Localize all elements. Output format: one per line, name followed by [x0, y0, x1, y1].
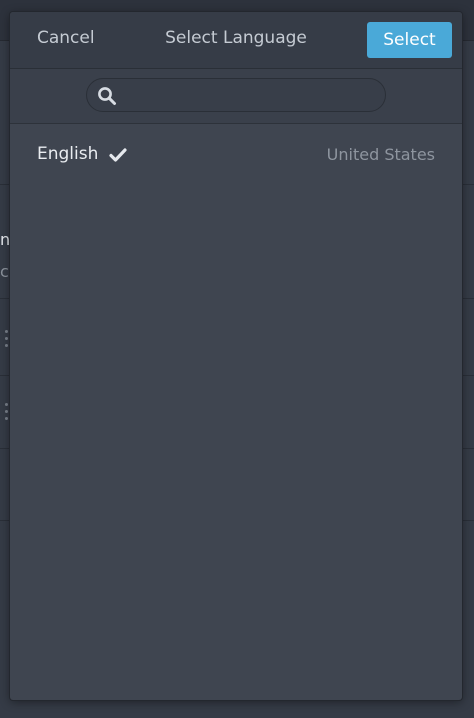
select-button[interactable]: Select	[367, 22, 452, 58]
search-input[interactable]	[123, 79, 382, 113]
modal-header: Cancel Select Language Select	[10, 12, 462, 69]
cancel-button[interactable]: Cancel	[37, 28, 95, 48]
language-label: English	[37, 144, 99, 164]
search-icon	[98, 87, 116, 105]
search-field[interactable]	[86, 78, 386, 113]
search-bar	[10, 69, 462, 124]
check-icon	[109, 148, 127, 162]
background-drag-handle-icon	[5, 330, 9, 351]
background-text-fragment: ch	[0, 262, 9, 281]
language-row-english[interactable]: English United States	[10, 124, 462, 186]
language-list: English United States	[10, 124, 462, 186]
select-language-modal: Cancel Select Language Select English Un…	[10, 12, 462, 700]
language-region: United States	[326, 145, 435, 164]
background-drag-handle-icon	[5, 403, 9, 424]
background-text-fragment: n	[0, 230, 9, 249]
